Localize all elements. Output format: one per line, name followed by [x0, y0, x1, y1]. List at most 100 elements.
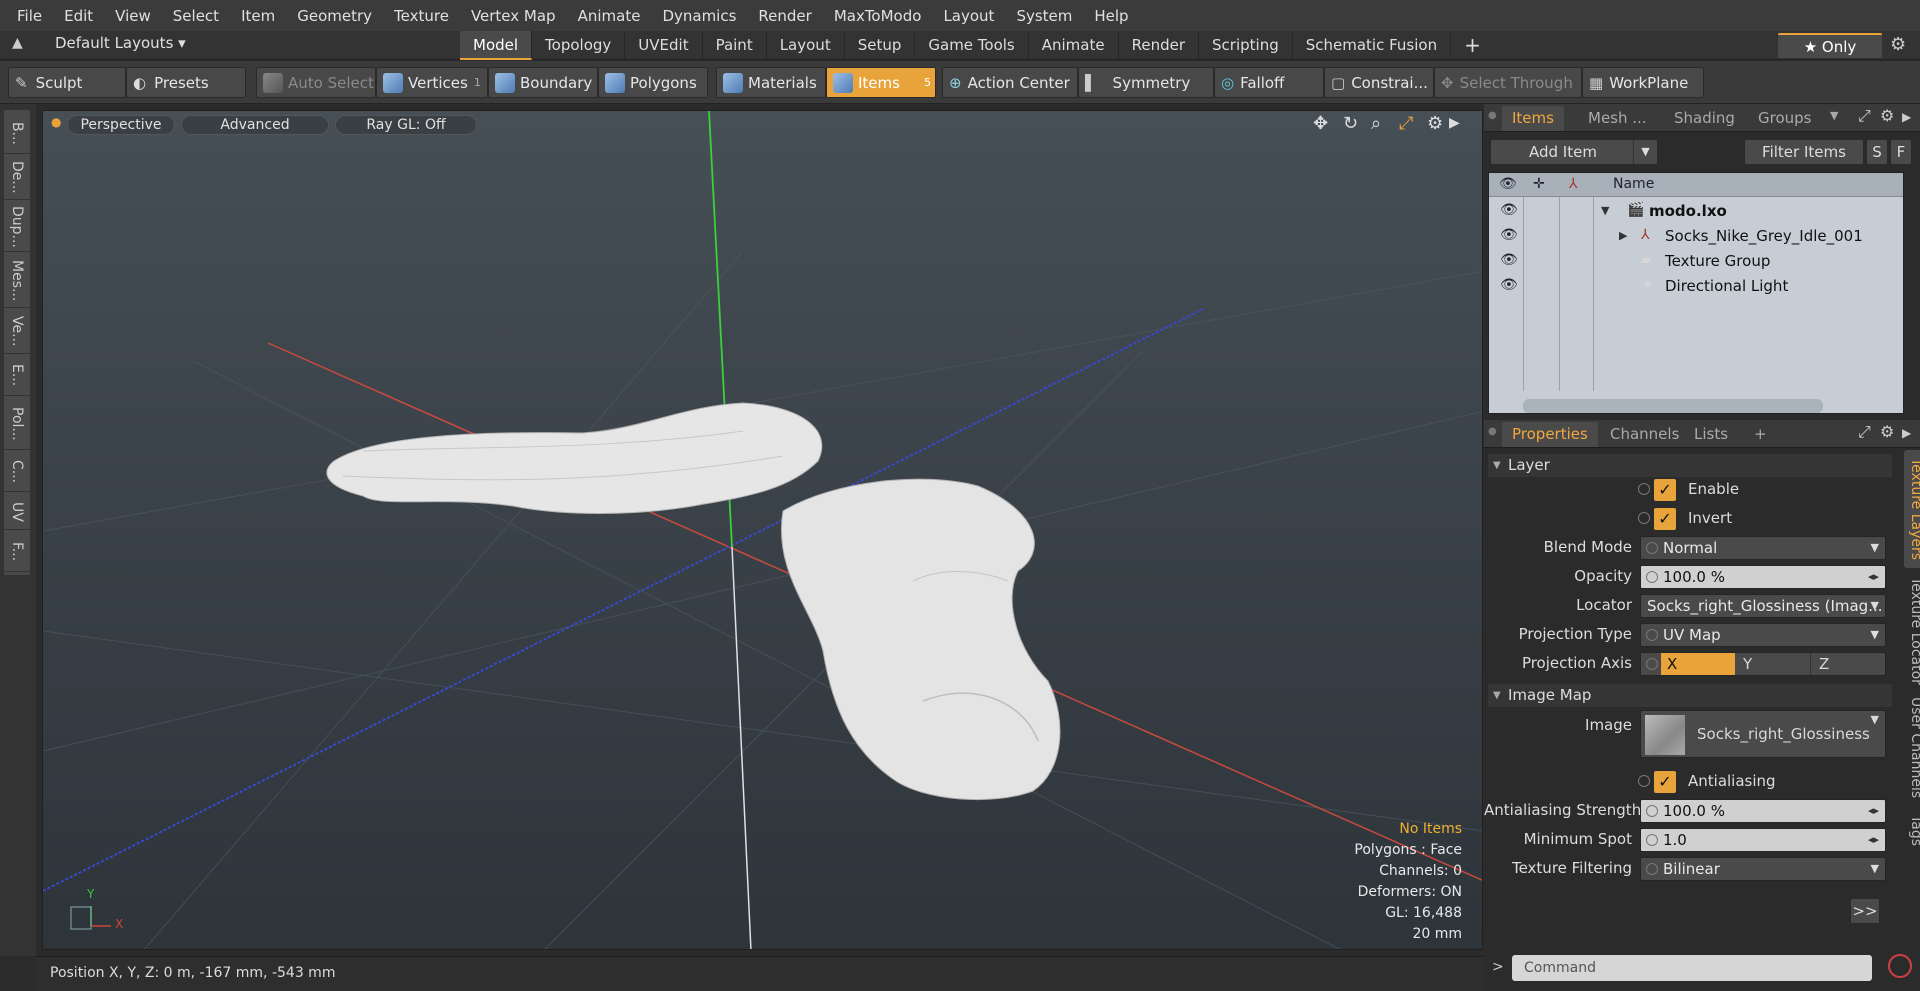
opacity-field[interactable]: 100.0 % ◂▸ [1640, 565, 1886, 589]
menu-system[interactable]: System [1005, 7, 1083, 25]
rotate-view-icon[interactable]: ↻ [1343, 113, 1358, 134]
menu-edit[interactable]: Edit [53, 7, 104, 25]
visibility-column-icon[interactable]: 👁 [1499, 176, 1517, 192]
menu-animate[interactable]: Animate [567, 7, 652, 25]
tab-lists[interactable]: Lists [1684, 422, 1738, 447]
perspective-dropdown[interactable]: Perspective [67, 115, 175, 135]
action-center-button[interactable]: ⊕ Action Center [942, 67, 1078, 98]
expand-panel-icon[interactable]: ⤢ [1858, 106, 1871, 126]
menu-render[interactable]: Render [747, 7, 822, 25]
gear-icon[interactable]: ⚙ [1890, 34, 1906, 55]
falloff-button[interactable]: ◎ Falloff [1214, 67, 1324, 98]
tab-model[interactable]: Model [460, 31, 533, 60]
viewport-more-icon[interactable]: ▶ [1449, 115, 1460, 131]
expand-arrow-icon[interactable]: ▼ [1601, 204, 1609, 217]
viewport-settings-icon[interactable]: ⚙ [1427, 113, 1443, 134]
min-spot-field[interactable]: 1.0 ◂▸ [1640, 828, 1886, 852]
tab-schematic-fusion[interactable]: Schematic Fusion [1293, 31, 1452, 60]
more-properties-button[interactable]: >> [1850, 898, 1880, 924]
auto-select-button[interactable]: Auto Select [256, 67, 376, 98]
menu-help[interactable]: Help [1083, 7, 1139, 25]
antialiasing-checkbox[interactable]: ✓ [1638, 770, 1678, 794]
left-tab-polygon[interactable]: Pol... [4, 398, 30, 450]
tab-scripting[interactable]: Scripting [1199, 31, 1293, 60]
tab-game-tools[interactable]: Game Tools [915, 31, 1029, 60]
name-column-header[interactable]: Name [1613, 176, 1654, 192]
filter-items-button[interactable]: Filter Items [1744, 139, 1864, 165]
menu-item[interactable]: Item [230, 7, 286, 25]
tab-paint[interactable]: Paint [703, 31, 767, 60]
add-item-dropdown-icon[interactable]: ▼ [1633, 140, 1657, 164]
tab-topology[interactable]: Topology [532, 31, 626, 60]
materials-button[interactable]: Materials [716, 67, 826, 98]
expand-panel-icon[interactable]: ⤢ [1858, 422, 1871, 442]
maximize-view-icon[interactable]: ⤢ [1399, 113, 1413, 134]
tab-mesh[interactable]: Mesh ... [1578, 106, 1657, 131]
eye-icon[interactable]: 👁 [1500, 252, 1518, 268]
3d-viewport[interactable]: Y X ● Perspective Advanced Ray GL: Off ✥… [42, 110, 1483, 950]
menu-dynamics[interactable]: Dynamics [651, 7, 747, 25]
left-tab-basic[interactable]: B... [4, 114, 30, 154]
tab-channels[interactable]: Channels [1600, 422, 1689, 447]
left-tab-curve[interactable]: C... [4, 452, 30, 492]
left-tab-uv[interactable]: UV [4, 494, 30, 530]
raygl-dropdown[interactable]: Ray GL: Off [335, 115, 477, 135]
tab-texture-locator[interactable]: Texture Locator [1904, 572, 1920, 690]
advanced-dropdown[interactable]: Advanced [181, 115, 329, 135]
left-tab-duplicate[interactable]: Dup... [4, 202, 30, 252]
tab-animate[interactable]: Animate [1029, 31, 1119, 60]
menu-view[interactable]: View [104, 7, 162, 25]
type-column-icon[interactable]: ⅄ [1569, 176, 1578, 192]
tree-row-mesh[interactable]: 👁 ▶ ⅄ Socks_Nike_Grey_Idle_001 [1489, 224, 1903, 249]
expand-arrow-icon[interactable]: ▶ [1619, 229, 1627, 242]
only-button[interactable]: ★ Only [1778, 33, 1882, 58]
symmetry-button[interactable]: ▌ Symmetry [1078, 67, 1214, 98]
locator-select[interactable]: Socks_right_Glossiness (Imag... ▼ [1640, 594, 1886, 618]
left-tab-mesh[interactable]: Mes... [4, 254, 30, 308]
tab-tags[interactable]: Tags [1904, 806, 1920, 854]
sculpt-button[interactable]: ✎ Sculpt [8, 67, 126, 98]
axis-y-option[interactable]: Y [1737, 653, 1811, 675]
zoom-view-icon[interactable]: ⌕ [1371, 113, 1381, 134]
vertices-button[interactable]: Vertices 1 [376, 67, 488, 98]
aa-strength-field[interactable]: 100.0 % ◂▸ [1640, 799, 1886, 823]
texture-filtering-select[interactable]: Bilinear ▼ [1640, 857, 1886, 881]
menu-file[interactable]: File [6, 7, 53, 25]
eye-icon[interactable]: 👁 [1500, 277, 1518, 293]
menu-select[interactable]: Select [162, 7, 230, 25]
presets-button[interactable]: ◐ Presets [126, 67, 246, 98]
constraints-button[interactable]: ▢ Constrai... [1324, 67, 1434, 98]
eye-icon[interactable]: 👁 [1500, 227, 1518, 243]
tab-shading[interactable]: Shading [1664, 106, 1745, 131]
tree-row-texture-group[interactable]: 👁 ▰ Texture Group [1489, 249, 1903, 274]
tree-row-light[interactable]: 👁 ☀ Directional Light [1489, 274, 1903, 299]
menu-layout[interactable]: Layout [932, 7, 1005, 25]
select-through-button[interactable]: ✥ Select Through [1434, 67, 1582, 98]
left-tab-deform[interactable]: De... [4, 156, 30, 200]
menu-vertex-map[interactable]: Vertex Map [460, 7, 567, 25]
panel-settings-icon[interactable]: ⚙ [1880, 106, 1894, 125]
blend-mode-select[interactable]: Normal ▼ [1640, 536, 1886, 560]
layer-section[interactable]: Layer [1488, 454, 1892, 477]
image-map-section[interactable]: Image Map [1488, 684, 1892, 707]
tree-row-scene[interactable]: 👁 ▼ 🎬 modo.lxo [1489, 199, 1903, 224]
tab-texture-layers[interactable]: Texture Layers [1904, 450, 1920, 568]
menu-maxtomodo[interactable]: MaxToModo [823, 7, 933, 25]
menu-texture[interactable]: Texture [383, 7, 460, 25]
tab-render[interactable]: Render [1119, 31, 1200, 60]
boundary-button[interactable]: Boundary [488, 67, 598, 98]
axis-z-option[interactable]: Z [1813, 653, 1885, 675]
filter-f-button[interactable]: F [1890, 139, 1912, 165]
default-layouts-dropdown[interactable]: Default Layouts ▾ [55, 34, 186, 52]
eye-icon[interactable]: 👁 [1500, 202, 1518, 218]
move-view-icon[interactable]: ✥ [1313, 113, 1328, 134]
invert-checkbox[interactable]: ✓ [1638, 507, 1678, 531]
image-select[interactable]: Socks_right_Glossiness ▼ [1640, 710, 1886, 758]
filter-s-button[interactable]: S [1866, 139, 1888, 165]
add-item-button[interactable]: Add Item ▼ [1490, 139, 1658, 165]
tab-user-channels[interactable]: User Channels [1904, 694, 1920, 802]
tab-setup[interactable]: Setup [845, 31, 916, 60]
projection-type-select[interactable]: UV Map ▼ [1640, 623, 1886, 647]
collapse-up-icon[interactable]: ▲ [12, 35, 23, 51]
panel-more-icon[interactable]: ▶ [1902, 110, 1911, 124]
